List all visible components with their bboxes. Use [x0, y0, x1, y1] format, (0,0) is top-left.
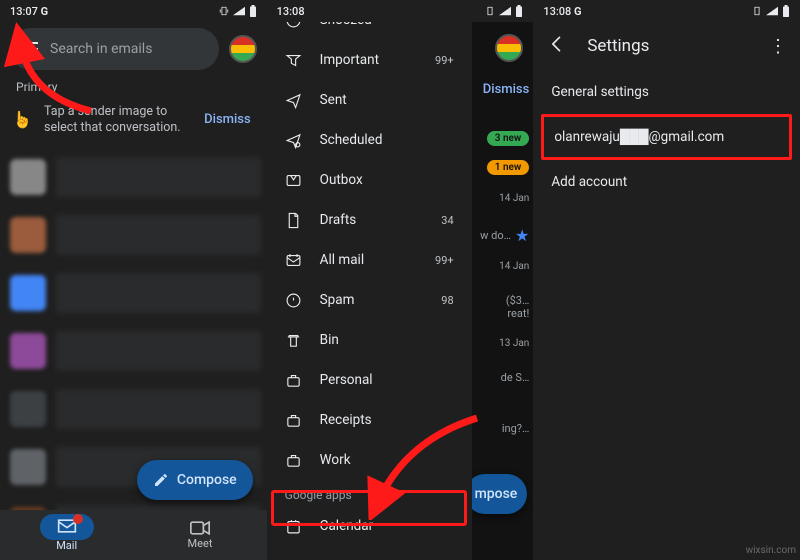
watermark: wixsin.com	[746, 545, 796, 556]
nav-item-sent[interactable]: Sent	[267, 80, 472, 120]
new-badge: 3 new	[487, 131, 530, 146]
dismiss-button[interactable]: Dismiss	[483, 82, 530, 97]
signal-icon	[233, 6, 245, 16]
nav-item-scheduled[interactable]: Scheduled	[267, 120, 472, 160]
vibrate-icon	[752, 6, 762, 16]
status-bar: 13:08	[267, 0, 534, 22]
star-icon: ★	[515, 226, 529, 245]
hamburger-icon[interactable]	[20, 42, 38, 56]
email-row[interactable]	[10, 381, 267, 437]
nav-item-important[interactable]: Important99+	[267, 40, 472, 80]
nav-icon	[285, 212, 302, 229]
notification-badge	[73, 514, 83, 524]
email-row[interactable]	[10, 265, 267, 321]
battery-icon	[515, 5, 523, 17]
video-icon	[190, 521, 210, 535]
settings-account[interactable]: olanrewaju███@gmail.com	[541, 114, 792, 160]
background-snippets: Dismiss 3 new 1 new 14 Jan w do…★ 14 Jan…	[469, 70, 529, 435]
settings-add-account[interactable]: Add account	[533, 160, 800, 204]
pencil-icon	[153, 472, 169, 488]
phone-drawer: 13:08 SnoozedImportant99+SentScheduledOu…	[267, 0, 534, 560]
tab-mail[interactable]: Mail	[0, 510, 133, 560]
dismiss-button[interactable]: Dismiss	[204, 112, 251, 127]
settings-list: General settings olanrewaju███@gmail.com…	[533, 70, 800, 204]
nav-item-work[interactable]: Work	[267, 440, 472, 480]
signal-icon	[766, 6, 778, 16]
pointer-icon: ☝	[16, 110, 32, 129]
back-button[interactable]	[547, 34, 567, 59]
nav-item-receipts[interactable]: Receipts	[267, 400, 472, 440]
nav-icon	[285, 412, 302, 429]
nav-item-personal[interactable]: Personal	[267, 360, 472, 400]
nav-app-contacts[interactable]: Contacts	[267, 546, 472, 560]
vibrate-icon	[219, 6, 229, 16]
overflow-menu[interactable]: ⋮	[769, 36, 786, 57]
nav-item-all-mail[interactable]: All mail99+	[267, 240, 472, 280]
compose-button[interactable]: Compose	[137, 460, 253, 500]
tip-text: Tap a sender image to select that conver…	[44, 104, 192, 135]
nav-item-outbox[interactable]: Outbox	[267, 160, 472, 200]
nav-icon	[285, 172, 302, 189]
phone-inbox: 13:07 G Search in emails Primary ☝ Tap a…	[0, 0, 267, 560]
status-bar: 13:07 G	[0, 0, 267, 22]
nav-icon	[285, 372, 302, 389]
status-bar: 13:08 G	[533, 0, 800, 22]
account-avatar[interactable]	[229, 35, 257, 63]
tab-meet[interactable]: Meet	[133, 510, 266, 560]
nav-icon	[285, 52, 302, 69]
vibrate-icon	[485, 6, 495, 16]
nav-drawer: SnoozedImportant99+SentScheduledOutboxDr…	[267, 0, 472, 560]
new-badge: 1 new	[487, 160, 530, 175]
nav-item-drafts[interactable]: Drafts34	[267, 200, 472, 240]
battery-icon	[782, 5, 790, 17]
phone-settings: 13:08 G Settings ⋮ General settings olan…	[533, 0, 800, 560]
nav-icon	[285, 452, 302, 469]
settings-general[interactable]: General settings	[533, 70, 800, 114]
email-row[interactable]	[10, 323, 267, 379]
battery-icon	[249, 5, 257, 17]
nav-item-bin[interactable]: Bin	[267, 320, 472, 360]
search-bar[interactable]: Search in emails	[10, 28, 219, 70]
search-placeholder: Search in emails	[50, 41, 209, 57]
nav-icon	[285, 332, 302, 349]
email-row[interactable]	[10, 149, 267, 205]
compose-button[interactable]: mpose	[465, 474, 528, 514]
section-label: Primary	[0, 76, 267, 94]
nav-icon	[285, 92, 302, 109]
tip-banner: ☝ Tap a sender image to select that conv…	[0, 94, 267, 149]
nav-icon	[285, 132, 302, 149]
bottom-nav: Mail Meet	[0, 510, 267, 560]
nav-icon	[285, 292, 302, 309]
annotation-highlight	[271, 490, 467, 526]
app-bar: Settings ⋮	[533, 22, 800, 70]
nav-item-spam[interactable]: Spam98	[267, 280, 472, 320]
signal-icon	[499, 6, 511, 16]
page-title: Settings	[587, 36, 649, 56]
email-row[interactable]	[10, 207, 267, 263]
nav-icon	[285, 252, 302, 269]
